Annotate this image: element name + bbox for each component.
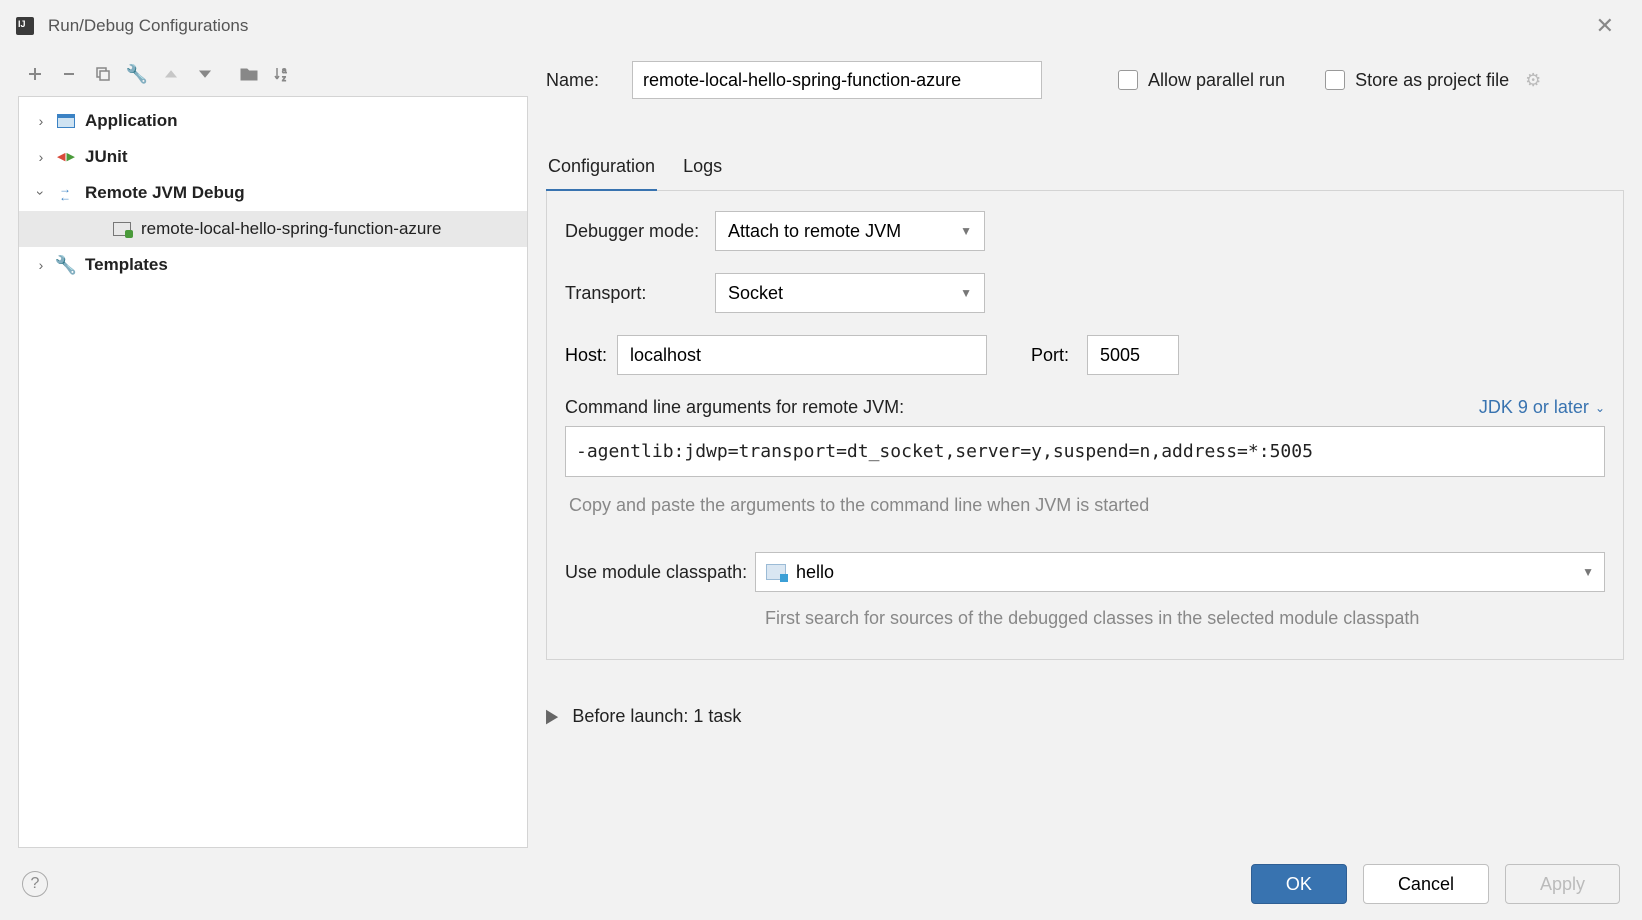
left-panel: 🔧 az › Application › JUnit › <box>18 52 528 848</box>
select-value: Socket <box>728 283 783 304</box>
host-input[interactable] <box>617 335 987 375</box>
before-launch-label: Before launch: 1 task <box>572 706 741 727</box>
copy-config-button[interactable] <box>86 59 120 89</box>
tab-configuration[interactable]: Configuration <box>546 156 657 192</box>
chevron-down-icon: ⌄ <box>1595 401 1605 415</box>
checkbox-label: Store as project file <box>1355 70 1509 91</box>
tree-label: JUnit <box>85 147 128 167</box>
svg-text:z: z <box>282 74 286 82</box>
remote-debug-icon <box>57 185 75 201</box>
debugger-mode-label: Debugger mode: <box>565 221 715 242</box>
remove-config-button[interactable] <box>52 59 86 89</box>
move-down-button[interactable] <box>188 59 222 89</box>
transport-label: Transport: <box>565 283 715 304</box>
tree-node-remote-local-config[interactable]: remote-local-hello-spring-function-azure <box>19 211 527 247</box>
tab-logs[interactable]: Logs <box>681 156 724 190</box>
tab-strip: Configuration Logs <box>546 156 1624 191</box>
checkbox-icon <box>1325 70 1345 90</box>
cmd-args-textarea[interactable]: -agentlib:jdwp=transport=dt_socket,serve… <box>565 426 1605 477</box>
junit-icon <box>57 148 75 166</box>
right-panel: Name: Allow parallel run Store as projec… <box>546 52 1624 848</box>
module-icon <box>766 564 786 580</box>
tree-label: Application <box>85 111 178 131</box>
configuration-panel: Debugger mode: Attach to remote JVM ▼ Tr… <box>546 191 1624 660</box>
gear-icon[interactable]: ⚙ <box>1525 70 1541 91</box>
chevron-down-icon: ▼ <box>960 286 972 300</box>
run-debug-dialog: Run/Debug Configurations ✕ 🔧 az › Applic… <box>0 0 1642 920</box>
wrench-icon: 🔧 <box>55 255 77 276</box>
cancel-button[interactable]: Cancel <box>1363 864 1489 904</box>
move-up-button[interactable] <box>154 59 188 89</box>
port-label: Port: <box>1031 345 1069 366</box>
application-icon <box>57 114 75 128</box>
chevron-down-icon: ▼ <box>960 224 972 238</box>
select-value: hello <box>796 562 834 583</box>
checkbox-label: Allow parallel run <box>1148 70 1285 91</box>
help-button[interactable]: ? <box>22 871 48 897</box>
link-text: JDK 9 or later <box>1479 397 1589 418</box>
config-tree[interactable]: › Application › JUnit › Remote JVM Debug… <box>18 96 528 848</box>
classpath-hint: First search for sources of the debugged… <box>765 604 1605 633</box>
sort-button[interactable]: az <box>266 59 300 89</box>
debugger-mode-select[interactable]: Attach to remote JVM ▼ <box>715 211 985 251</box>
folder-button[interactable] <box>232 59 266 89</box>
store-as-project-checkbox[interactable]: Store as project file ⚙ <box>1325 70 1541 91</box>
tree-label: remote-local-hello-spring-function-azure <box>141 219 441 239</box>
tree-node-templates[interactable]: › 🔧 Templates <box>19 247 527 283</box>
classpath-label: Use module classpath: <box>565 562 755 583</box>
allow-parallel-checkbox[interactable]: Allow parallel run <box>1118 70 1285 91</box>
apply-button: Apply <box>1505 864 1620 904</box>
chevron-right-icon: › <box>29 149 53 165</box>
titlebar: Run/Debug Configurations ✕ <box>0 0 1642 52</box>
before-launch-section[interactable]: ▶ Before launch: 1 task <box>546 706 1624 727</box>
tree-node-junit[interactable]: › JUnit <box>19 139 527 175</box>
dialog-footer: ? OK Cancel Apply <box>0 848 1642 920</box>
chevron-right-icon: ▶ <box>546 704 558 728</box>
chevron-down-icon: › <box>33 181 49 205</box>
select-value: Attach to remote JVM <box>728 221 901 242</box>
host-label: Host: <box>565 345 617 366</box>
close-icon[interactable]: ✕ <box>1584 7 1626 45</box>
tree-node-application[interactable]: › Application <box>19 103 527 139</box>
chevron-right-icon: › <box>29 257 53 273</box>
app-icon <box>16 17 34 35</box>
port-input[interactable] <box>1087 335 1179 375</box>
add-config-button[interactable] <box>18 59 52 89</box>
ok-button[interactable]: OK <box>1251 864 1347 904</box>
cmd-hint: Copy and paste the arguments to the comm… <box>565 495 1605 516</box>
remote-config-icon <box>113 222 131 236</box>
tree-node-remote-jvm-debug[interactable]: › Remote JVM Debug <box>19 175 527 211</box>
window-title: Run/Debug Configurations <box>48 16 248 36</box>
name-label: Name: <box>546 70 608 91</box>
tree-label: Remote JVM Debug <box>85 183 245 203</box>
jdk-version-link[interactable]: JDK 9 or later ⌄ <box>1479 397 1605 418</box>
checkbox-icon <box>1118 70 1138 90</box>
module-classpath-select[interactable]: hello ▼ <box>755 552 1605 592</box>
edit-config-button[interactable]: 🔧 <box>120 59 154 89</box>
chevron-right-icon: › <box>29 113 53 129</box>
name-input[interactable] <box>632 61 1042 99</box>
transport-select[interactable]: Socket ▼ <box>715 273 985 313</box>
config-toolbar: 🔧 az <box>18 52 528 96</box>
chevron-down-icon: ▼ <box>1582 565 1594 579</box>
tree-label: Templates <box>85 255 168 275</box>
cmd-args-label: Command line arguments for remote JVM: <box>565 397 904 418</box>
